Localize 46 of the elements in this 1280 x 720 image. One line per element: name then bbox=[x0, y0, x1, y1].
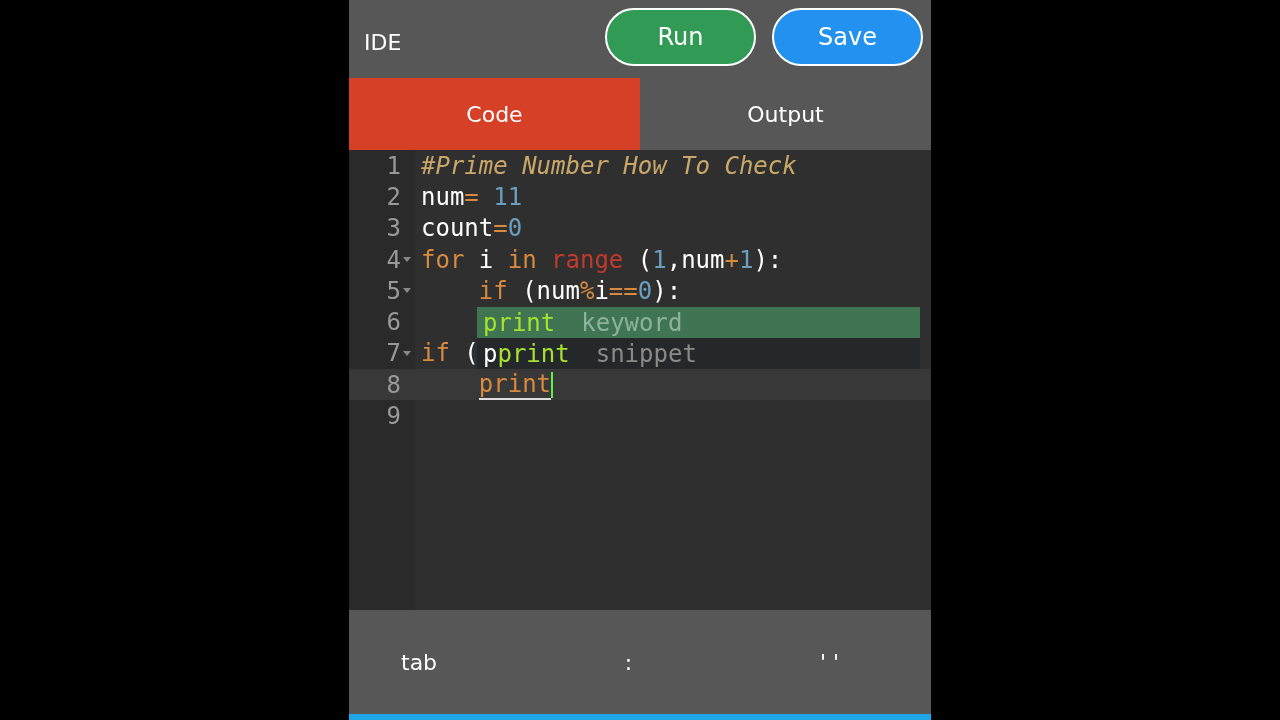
code-text: for bbox=[421, 245, 465, 274]
code-text: if bbox=[478, 276, 508, 305]
code-text: 0 bbox=[507, 214, 523, 243]
code-text: 1 bbox=[738, 245, 754, 274]
key-button[interactable]: tab bbox=[389, 645, 450, 679]
fold-icon[interactable] bbox=[403, 288, 411, 294]
code-text: 1 bbox=[652, 245, 667, 274]
key-button[interactable]: ' ' bbox=[807, 645, 851, 679]
code-text: in bbox=[507, 245, 537, 274]
line-number: 8 bbox=[386, 370, 401, 399]
line-number: 4 bbox=[386, 245, 401, 274]
code-text: ): bbox=[652, 276, 682, 305]
code-text: ( bbox=[636, 245, 653, 274]
run-button[interactable]: Run bbox=[605, 8, 756, 66]
key-button[interactable]: : bbox=[612, 645, 645, 679]
fold-icon[interactable] bbox=[403, 257, 411, 263]
text-cursor bbox=[551, 371, 554, 398]
tab[interactable]: Code bbox=[349, 78, 640, 150]
line-number: 7 bbox=[386, 339, 401, 368]
code-text: + bbox=[724, 245, 739, 274]
line-number: 1 bbox=[386, 151, 401, 180]
fold-icon[interactable] bbox=[403, 350, 411, 356]
line-number: 5 bbox=[386, 276, 401, 305]
line-number: 3 bbox=[386, 214, 401, 243]
code-text: range bbox=[550, 245, 624, 274]
line-number: 9 bbox=[386, 402, 401, 430]
code-text: count bbox=[421, 214, 494, 243]
code-text: i bbox=[594, 276, 609, 305]
code-text: if bbox=[421, 339, 450, 368]
code-text: (num bbox=[521, 276, 580, 305]
app-title: IDE bbox=[364, 29, 402, 55]
code-text: i bbox=[477, 245, 495, 274]
code-text: 11 bbox=[492, 182, 523, 211]
code-text: = bbox=[464, 182, 479, 211]
line-number: 2 bbox=[386, 182, 401, 211]
code-text: ): bbox=[753, 245, 783, 274]
code-text: == bbox=[608, 276, 638, 305]
code-text: 0 bbox=[637, 276, 653, 305]
code-text: num bbox=[421, 182, 465, 211]
code-text: #Prime Number How To Check bbox=[421, 151, 797, 180]
line-number: 6 bbox=[386, 308, 401, 337]
suggestion-item[interactable]: pprint snippet bbox=[477, 338, 920, 369]
code-text: = bbox=[493, 214, 508, 243]
code-text: ( bbox=[463, 339, 479, 368]
code-text: ,num bbox=[666, 245, 725, 274]
code-text: % bbox=[579, 276, 595, 305]
